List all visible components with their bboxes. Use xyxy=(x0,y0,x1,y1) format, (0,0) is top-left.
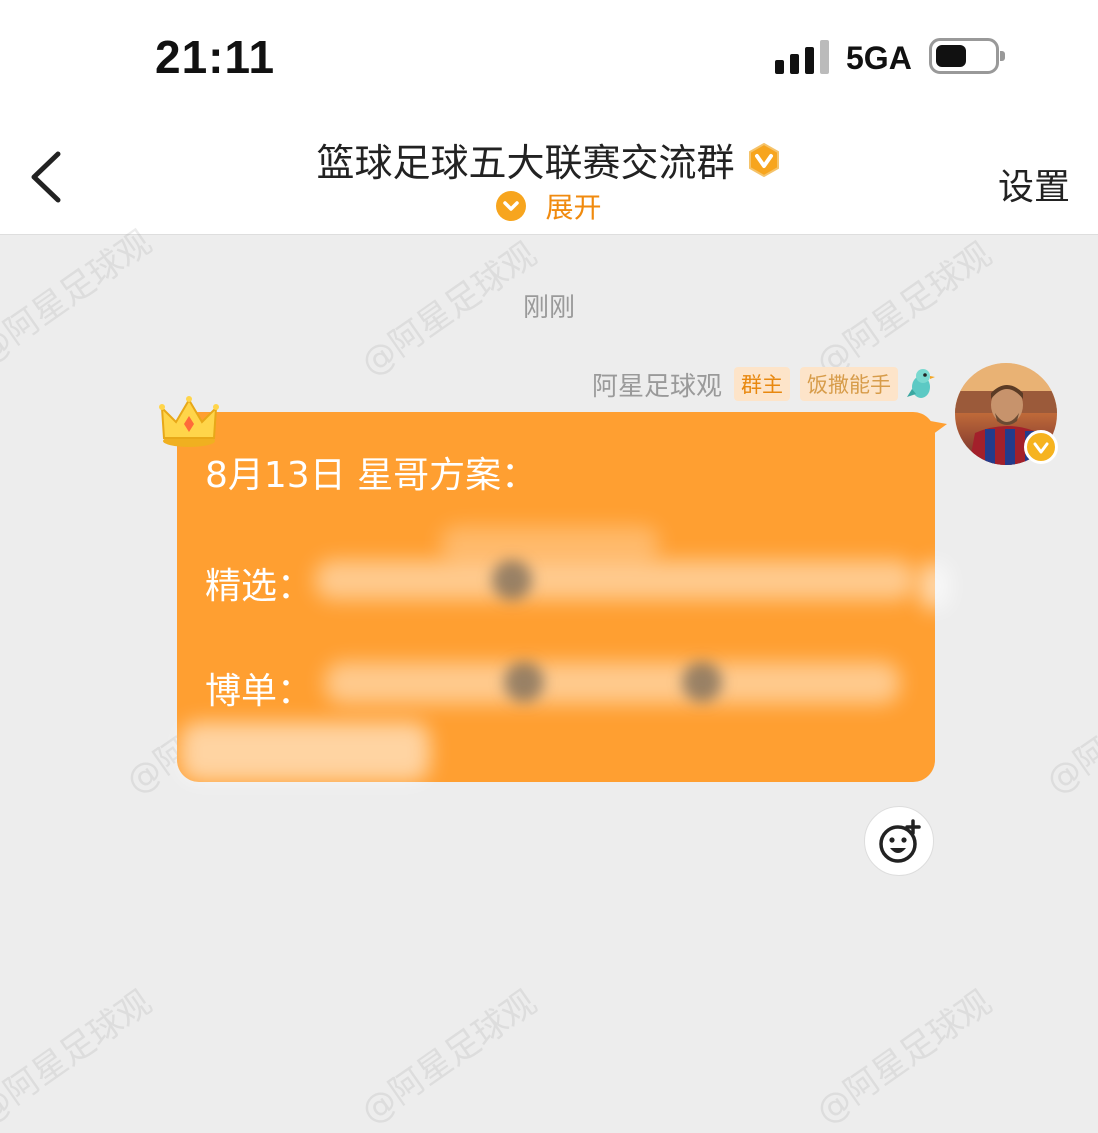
redacted-text xyxy=(492,560,532,600)
settings-button[interactable]: 设置 xyxy=(998,158,1070,210)
add-reaction-button[interactable] xyxy=(864,806,934,876)
redacted-text xyxy=(180,722,430,782)
redacted-text xyxy=(504,662,544,702)
title-row: 篮球足球五大联赛交流群 xyxy=(0,132,1098,187)
redacted-text xyxy=(682,662,722,702)
sender-name[interactable]: 阿星足球观 xyxy=(592,366,722,403)
verified-group-icon xyxy=(748,142,779,177)
watermark: @阿星足球观 xyxy=(1038,652,1098,803)
redacted-text xyxy=(325,662,900,704)
message-line-label: 精选： xyxy=(205,566,314,607)
redacted-text xyxy=(920,562,950,610)
expand-label: 展开 xyxy=(545,191,602,224)
add-emoji-icon xyxy=(879,819,921,863)
redacted-text xyxy=(440,526,660,562)
watermark: @阿星足球观 xyxy=(808,982,1000,1133)
message-line-label: 博单： xyxy=(205,671,314,712)
verified-user-icon xyxy=(1024,430,1058,464)
sender-info: 阿星足球观 群主 饭撒能手 xyxy=(592,366,936,402)
chat-header: 篮球足球五大联赛交流群 展开 设置 xyxy=(0,110,1098,235)
bubble-tail xyxy=(925,420,947,440)
time-divider: 刚刚 xyxy=(522,293,575,323)
redacted-text xyxy=(315,560,915,600)
expand-toggle[interactable]: 展开 xyxy=(0,186,1098,226)
crown-icon xyxy=(159,396,219,447)
title-tag: 饭撒能手 xyxy=(800,367,898,401)
chevron-down-icon xyxy=(496,191,527,221)
status-time: 21:11 xyxy=(155,31,276,83)
bird-badge-icon xyxy=(907,369,935,398)
owner-tag: 群主 xyxy=(734,367,790,401)
network-type: 5GA xyxy=(846,40,912,76)
message-line: 8月13日 星哥方案： xyxy=(205,455,538,496)
watermark: @阿星足球观 xyxy=(353,982,545,1133)
group-title[interactable]: 篮球足球五大联赛交流群 xyxy=(316,141,734,185)
battery-icon xyxy=(929,38,1005,74)
status-bar: 21:11 5GA xyxy=(0,0,1098,110)
watermark: @阿星足球观 xyxy=(0,982,160,1133)
signal-icon xyxy=(775,40,831,74)
